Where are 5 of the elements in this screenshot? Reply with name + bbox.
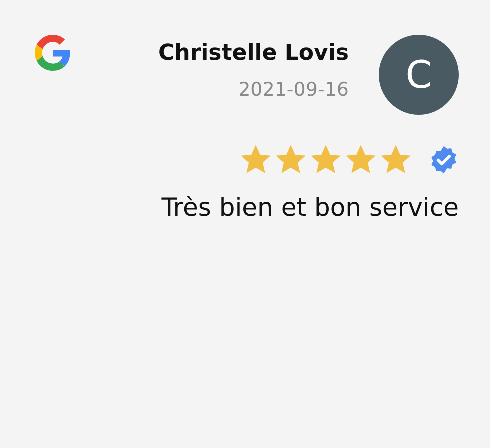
avatar: C [379, 35, 459, 115]
review-text: Très bien et bon service [160, 193, 459, 222]
reviewer-name: Christelle Lovis [158, 40, 349, 68]
google-logo-icon [35, 35, 71, 71]
review-date: 2021-09-16 [238, 78, 349, 102]
